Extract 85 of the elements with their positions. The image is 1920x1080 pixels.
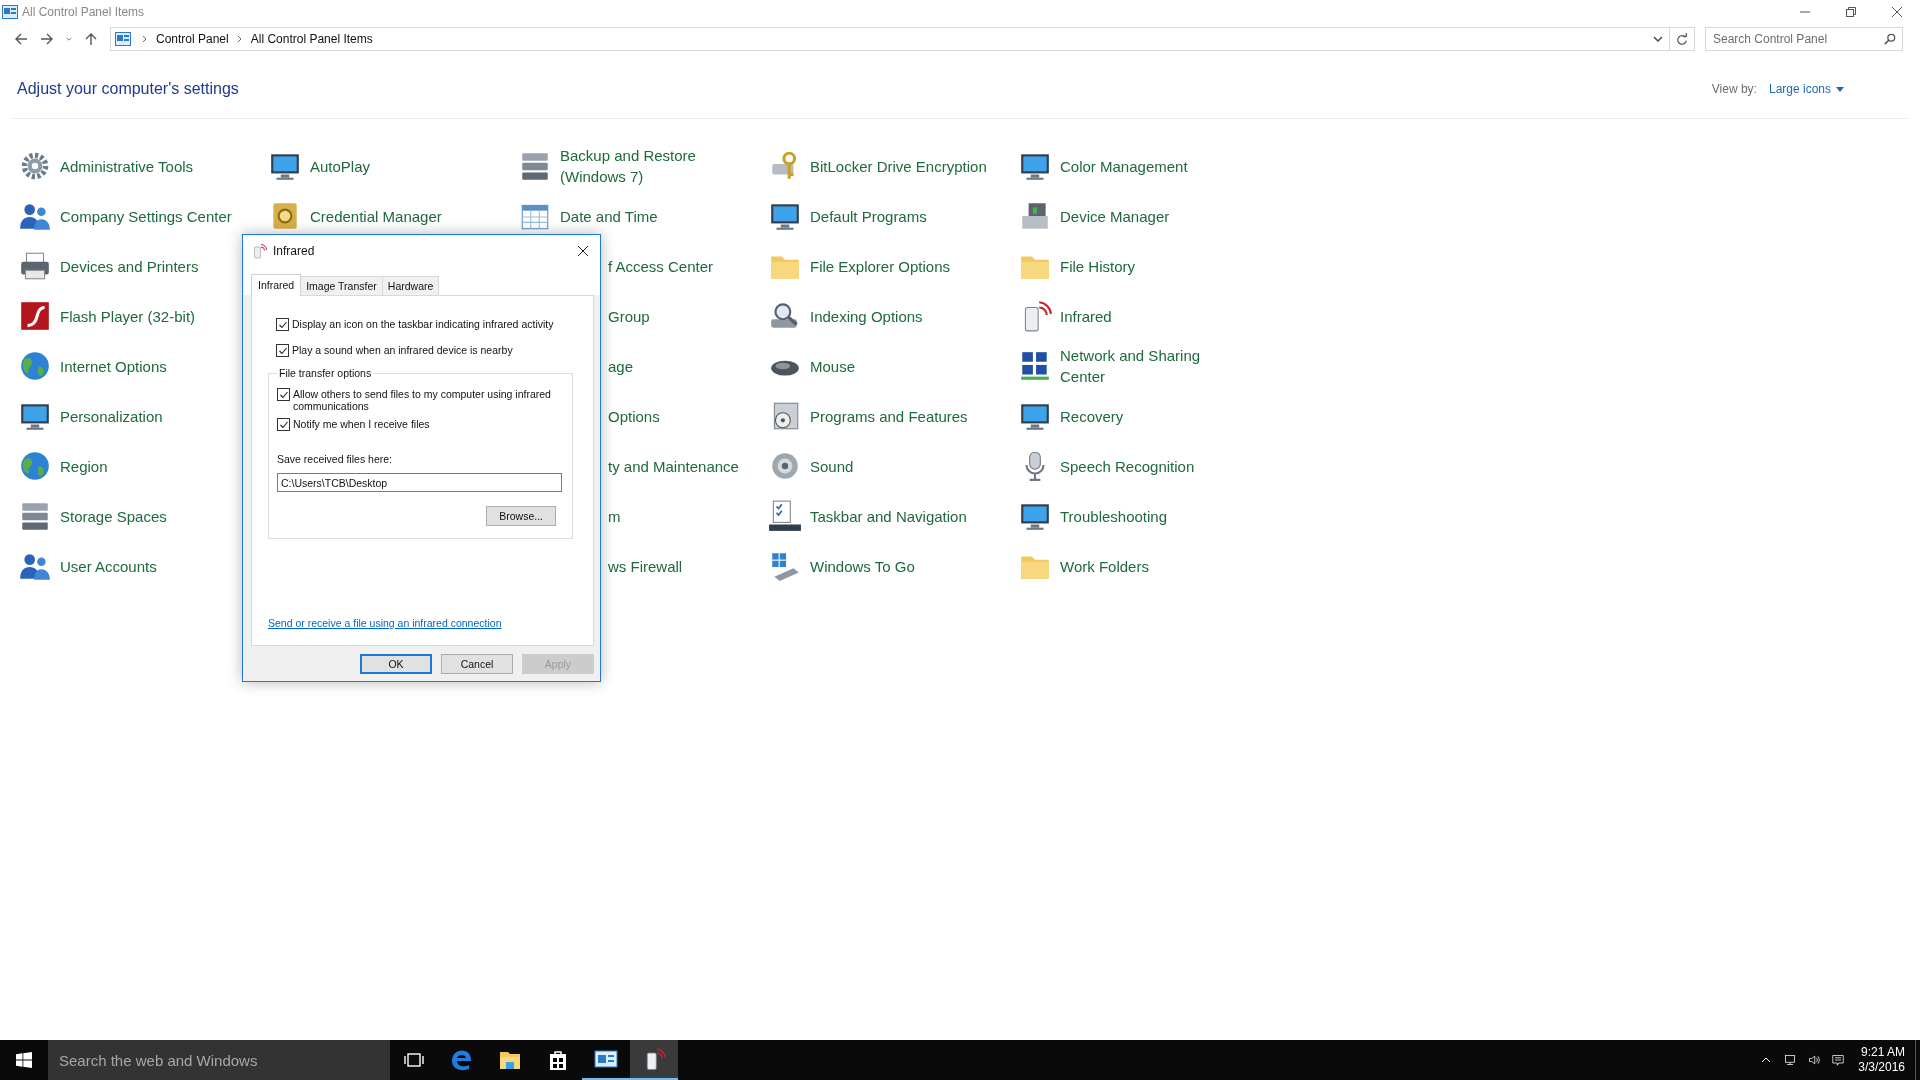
checkbox[interactable] — [276, 318, 289, 331]
back-arrow-icon — [14, 32, 28, 46]
up-arrow-icon — [84, 32, 98, 46]
swoosh-icon — [18, 299, 52, 333]
restore-icon — [1845, 6, 1857, 18]
applet-link[interactable]: Infrared — [1018, 291, 1112, 341]
applet-link[interactable]: AutoPlay — [268, 141, 371, 191]
clock[interactable]: 9:21 AM 3/3/2016 — [1850, 1045, 1915, 1075]
close-icon — [577, 245, 589, 257]
applet-link[interactable]: File Explorer Options — [768, 241, 951, 291]
applet-link[interactable]: Default Programs — [768, 191, 927, 241]
infrared-link[interactable]: Send or receive a file using an infrared connection — [268, 617, 502, 629]
applet-link[interactable]: Programs and Features — [768, 391, 968, 441]
applet-link[interactable]: Windows To Go — [768, 541, 915, 591]
taskbar-search-field[interactable]: Search the web and Windows — [48, 1040, 390, 1080]
applet-link[interactable]: Color Management — [1018, 141, 1188, 191]
close-icon — [1891, 6, 1903, 18]
globe-icon — [18, 349, 52, 383]
view-by-dropdown[interactable]: Large icons — [1768, 82, 1844, 96]
applet-link[interactable]: Devices and Printers — [18, 241, 199, 291]
caret-icon — [66, 35, 72, 43]
dropdown-icon[interactable] — [1653, 34, 1663, 44]
caret-icon — [1836, 86, 1844, 92]
applet-link[interactable]: Administrative Tools — [18, 141, 194, 191]
breadcrumb[interactable]: Control Panel — [156, 32, 229, 46]
breadcrumb[interactable]: All Control Panel Items — [250, 32, 373, 46]
browse-button[interactable]: Browse... — [486, 506, 556, 526]
checklist-icon — [768, 499, 802, 533]
applet-link[interactable]: Date and Time — [518, 191, 658, 241]
tab[interactable]: Hardware — [381, 276, 440, 295]
window-title: All Control Panel Items — [22, 5, 145, 19]
applet-link[interactable]: Mouse — [768, 341, 856, 391]
dialog-button[interactable]: Cancel — [441, 654, 513, 674]
chevron-icon — [142, 35, 148, 43]
search-icon[interactable] — [1884, 33, 1896, 45]
infrared-icon — [251, 243, 267, 259]
applet-link[interactable]: BitLocker Drive Encryption — [768, 141, 987, 191]
chevron-icon — [236, 35, 243, 43]
applet-link[interactable]: Credential Manager — [268, 191, 442, 241]
applet-link[interactable]: Troubleshooting — [1018, 491, 1167, 541]
applet-link[interactable]: Network and Sharing Center — [1018, 341, 1244, 391]
address-bar[interactable]: Control Panel All Control Panel Items — [110, 27, 1695, 51]
applet-link[interactable]: User Accounts — [18, 541, 157, 591]
checkbox[interactable] — [276, 344, 289, 357]
dialog-title: Infrared — [273, 244, 315, 258]
checkbox-label: Display an icon on the taskbar indicating infrared activity — [292, 318, 554, 330]
applet-link[interactable]: Personalization — [18, 391, 163, 441]
checkbox[interactable] — [277, 388, 290, 401]
tab[interactable]: Infrared — [251, 274, 302, 296]
applet-link[interactable]: Sound — [768, 441, 854, 491]
tab[interactable]: Image Transfer — [300, 276, 383, 295]
caret-icon — [1761, 1057, 1772, 1063]
globe-icon — [18, 449, 52, 483]
dialog-button[interactable]: OK — [360, 654, 432, 674]
folder-path-field[interactable]: C:\Users\TCB\Desktop — [277, 473, 562, 492]
applet-link[interactable]: Device Manager — [1018, 191, 1170, 241]
applet-link[interactable]: Storage Spaces — [18, 491, 167, 541]
view-by-label: View by: — [1711, 82, 1757, 96]
applet-link[interactable]: Internet Options — [18, 341, 167, 391]
checkbox-label: Play a sound when an infrared device is nearby — [292, 344, 513, 356]
search-field[interactable]: Search Control Panel — [1705, 27, 1903, 51]
checkbox-label: Notify me when I receive files — [293, 418, 430, 430]
control-panel-icon — [2, 5, 18, 19]
applet-link[interactable]: Region — [18, 441, 108, 491]
checkbox-label: Allow others to send files to my computer using infrared communications — [293, 388, 552, 412]
windows-logo-icon — [16, 1052, 32, 1068]
refresh-icon[interactable] — [1676, 33, 1688, 45]
control-panel-icon — [115, 32, 131, 46]
applet-link[interactable]: Speech Recognition — [1018, 441, 1195, 491]
applet-link[interactable]: Recovery — [1018, 391, 1124, 441]
checkbox[interactable] — [277, 418, 290, 431]
task-view-icon — [404, 1052, 424, 1068]
forward-arrow-icon — [40, 32, 54, 46]
applet-link[interactable]: Taskbar and Navigation — [768, 491, 967, 541]
applet-link[interactable]: Company Settings Center — [18, 191, 232, 241]
applet-link[interactable]: Indexing Options — [768, 291, 923, 341]
group-title: File transfer options — [277, 367, 374, 379]
applet-link[interactable]: Work Folders — [1018, 541, 1149, 591]
page-heading: Adjust your computer's settings — [17, 80, 239, 98]
network-icon — [1018, 349, 1052, 383]
applet-link[interactable]: Flash Player (32-bit) — [18, 291, 196, 341]
infrared-taskbar-icon[interactable] — [630, 1040, 678, 1080]
field-label: Save received files here: — [277, 453, 393, 465]
applet-link[interactable]: File History — [1018, 241, 1135, 291]
applet-link[interactable]: Backup and Restore (Windows 7) — [518, 141, 744, 191]
